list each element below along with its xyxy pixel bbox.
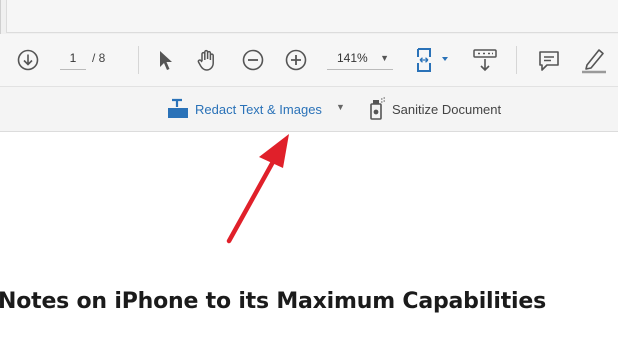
document-heading: Notes on iPhone to its Maximum Capabilit… (0, 289, 547, 314)
zoom-in-icon[interactable] (284, 48, 308, 72)
document-page: Notes on iPhone to its Maximum Capabilit… (0, 132, 618, 347)
redact-toolbar: Redact Text & Images ▼ Sanitize Document (0, 87, 618, 132)
redact-text-images-button[interactable]: Redact Text & Images (167, 97, 322, 121)
zoom-out-icon[interactable] (241, 48, 265, 72)
sanitize-label: Sanitize Document (392, 101, 502, 117)
scroll-mode-icon[interactable] (470, 47, 500, 75)
redact-label: Redact Text & Images (195, 101, 322, 117)
redact-icon (167, 98, 189, 120)
sanitize-document-button[interactable]: Sanitize Document (366, 97, 501, 121)
title-strip (0, 0, 618, 34)
zoom-value: 141% (337, 51, 368, 65)
select-arrow-icon[interactable] (154, 48, 176, 72)
page-number-input[interactable]: 1 (60, 47, 86, 70)
comment-icon[interactable] (536, 48, 562, 74)
main-toolbar: 1 / 8 141% ▼ (0, 34, 618, 87)
toolbar-divider (516, 46, 517, 74)
scroll-down-icon[interactable] (16, 48, 40, 72)
fit-page-icon[interactable] (414, 45, 454, 75)
redact-dropdown-chevron-icon[interactable]: ▼ (336, 102, 345, 112)
highlight-pen-icon[interactable] (580, 46, 608, 74)
tab-strip (6, 0, 618, 33)
hand-tool-icon[interactable] (194, 47, 220, 73)
toolbar-divider (138, 46, 139, 74)
zoom-select[interactable]: 141% ▼ (327, 47, 393, 70)
page-total-label: / 8 (92, 51, 106, 65)
chevron-down-icon: ▼ (380, 53, 389, 63)
sanitize-spray-icon (366, 97, 386, 121)
window-edge (0, 0, 1, 34)
